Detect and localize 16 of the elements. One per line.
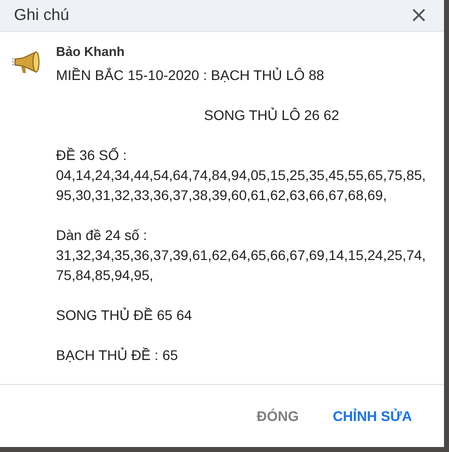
note-line: Dàn đề 24 số : [56, 226, 148, 245]
author-name: Bảo Khanh [56, 44, 126, 60]
edit-button[interactable]: CHỈNH SỬA [324, 402, 420, 430]
note-line: 04,14,24,34,44,54,64,74,84,94,05,15,25,35,45,55,65,75,85, [56, 166, 426, 185]
note-line: ĐỀ 36 SỐ : [56, 146, 128, 165]
note-line: 95,30,31,32,33,36,37,38,39,60,61,62,63,66,67,68,69, [56, 186, 388, 205]
note-line: SONG THỦ ĐỀ 65 64 [56, 306, 193, 325]
megaphone-icon [12, 50, 41, 76]
dialog-title: Ghi chú [14, 6, 70, 24]
note-line: 31,32,34,35,36,37,39,61,62,64,65,66,67,69,14,15,24,25,74, [56, 246, 426, 265]
note-line: MIỀN BẮC 15-10-2020 : BẠCH THỦ LÔ 88 [56, 66, 326, 85]
note-line: BẠCH THỦ ĐỀ : 65 [56, 346, 179, 365]
close-dialog-button[interactable]: ĐÓNG [248, 402, 307, 430]
close-button[interactable]: × [408, 4, 430, 26]
note-line: SONG THỦ LÔ 26 62 [204, 106, 340, 125]
note-line: 75,84,85,94,95, [56, 266, 154, 285]
